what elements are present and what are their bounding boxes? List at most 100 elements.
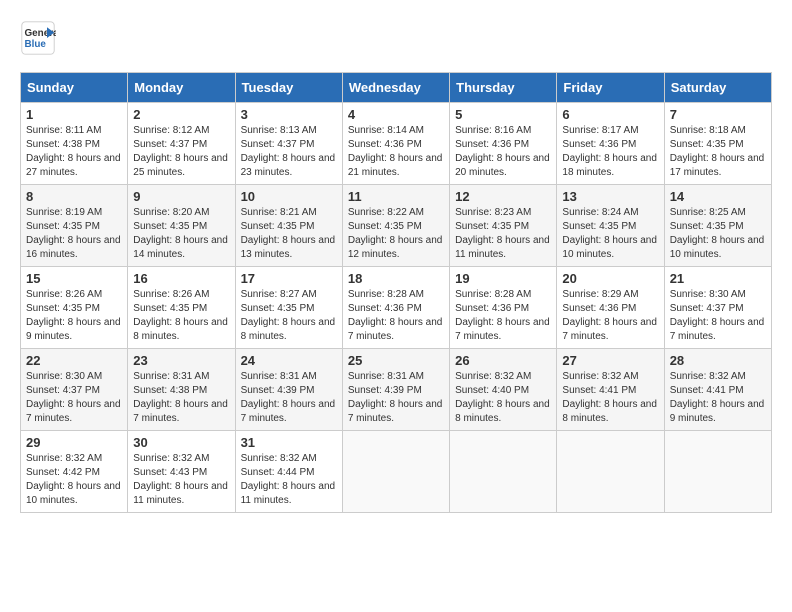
calendar-cell: 26 Sunrise: 8:32 AM Sunset: 4:40 PM Dayl…: [450, 349, 557, 431]
day-info: Sunrise: 8:31 AM Sunset: 4:39 PM Dayligh…: [241, 370, 337, 426]
day-info: Sunrise: 8:19 AM Sunset: 4:35 PM Dayligh…: [26, 206, 122, 262]
svg-text:Blue: Blue: [25, 39, 47, 50]
calendar-week-row: 8 Sunrise: 8:19 AM Sunset: 4:35 PM Dayli…: [21, 185, 772, 267]
calendar-cell: 20 Sunrise: 8:29 AM Sunset: 4:36 PM Dayl…: [557, 267, 664, 349]
calendar-cell: 9 Sunrise: 8:20 AM Sunset: 4:35 PM Dayli…: [128, 185, 235, 267]
day-number: 24: [241, 353, 337, 368]
calendar-cell: 7 Sunrise: 8:18 AM Sunset: 4:35 PM Dayli…: [664, 103, 771, 185]
calendar-cell: 29 Sunrise: 8:32 AM Sunset: 4:42 PM Dayl…: [21, 431, 128, 513]
day-info: Sunrise: 8:11 AM Sunset: 4:38 PM Dayligh…: [26, 124, 122, 180]
header-day-friday: Friday: [557, 73, 664, 103]
day-number: 17: [241, 271, 337, 286]
day-info: Sunrise: 8:32 AM Sunset: 4:41 PM Dayligh…: [670, 370, 766, 426]
header-day-wednesday: Wednesday: [342, 73, 449, 103]
day-number: 30: [133, 435, 229, 450]
header-day-thursday: Thursday: [450, 73, 557, 103]
calendar-cell: 28 Sunrise: 8:32 AM Sunset: 4:41 PM Dayl…: [664, 349, 771, 431]
calendar-cell: 25 Sunrise: 8:31 AM Sunset: 4:39 PM Dayl…: [342, 349, 449, 431]
calendar-header-row: SundayMondayTuesdayWednesdayThursdayFrid…: [21, 73, 772, 103]
calendar-cell: 14 Sunrise: 8:25 AM Sunset: 4:35 PM Dayl…: [664, 185, 771, 267]
day-info: Sunrise: 8:20 AM Sunset: 4:35 PM Dayligh…: [133, 206, 229, 262]
day-number: 29: [26, 435, 122, 450]
day-number: 14: [670, 189, 766, 204]
day-number: 31: [241, 435, 337, 450]
logo: General Blue: [20, 20, 60, 56]
day-info: Sunrise: 8:24 AM Sunset: 4:35 PM Dayligh…: [562, 206, 658, 262]
day-number: 4: [348, 107, 444, 122]
calendar-cell: 2 Sunrise: 8:12 AM Sunset: 4:37 PM Dayli…: [128, 103, 235, 185]
calendar-cell: 31 Sunrise: 8:32 AM Sunset: 4:44 PM Dayl…: [235, 431, 342, 513]
day-info: Sunrise: 8:32 AM Sunset: 4:43 PM Dayligh…: [133, 452, 229, 508]
day-info: Sunrise: 8:31 AM Sunset: 4:39 PM Dayligh…: [348, 370, 444, 426]
calendar-cell: [664, 431, 771, 513]
day-number: 27: [562, 353, 658, 368]
day-number: 21: [670, 271, 766, 286]
day-number: 23: [133, 353, 229, 368]
calendar-cell: 22 Sunrise: 8:30 AM Sunset: 4:37 PM Dayl…: [21, 349, 128, 431]
day-info: Sunrise: 8:30 AM Sunset: 4:37 PM Dayligh…: [26, 370, 122, 426]
calendar-cell: 17 Sunrise: 8:27 AM Sunset: 4:35 PM Dayl…: [235, 267, 342, 349]
day-number: 5: [455, 107, 551, 122]
day-number: 16: [133, 271, 229, 286]
header-day-tuesday: Tuesday: [235, 73, 342, 103]
day-number: 15: [26, 271, 122, 286]
calendar-cell: 19 Sunrise: 8:28 AM Sunset: 4:36 PM Dayl…: [450, 267, 557, 349]
calendar-cell: 30 Sunrise: 8:32 AM Sunset: 4:43 PM Dayl…: [128, 431, 235, 513]
day-number: 28: [670, 353, 766, 368]
calendar-cell: 21 Sunrise: 8:30 AM Sunset: 4:37 PM Dayl…: [664, 267, 771, 349]
calendar-cell: 12 Sunrise: 8:23 AM Sunset: 4:35 PM Dayl…: [450, 185, 557, 267]
calendar-cell: [342, 431, 449, 513]
calendar-cell: [557, 431, 664, 513]
calendar-cell: 24 Sunrise: 8:31 AM Sunset: 4:39 PM Dayl…: [235, 349, 342, 431]
calendar-cell: 11 Sunrise: 8:22 AM Sunset: 4:35 PM Dayl…: [342, 185, 449, 267]
day-info: Sunrise: 8:32 AM Sunset: 4:40 PM Dayligh…: [455, 370, 551, 426]
day-number: 13: [562, 189, 658, 204]
day-info: Sunrise: 8:29 AM Sunset: 4:36 PM Dayligh…: [562, 288, 658, 344]
day-number: 25: [348, 353, 444, 368]
day-number: 3: [241, 107, 337, 122]
calendar-cell: 23 Sunrise: 8:31 AM Sunset: 4:38 PM Dayl…: [128, 349, 235, 431]
day-number: 12: [455, 189, 551, 204]
calendar-cell: 13 Sunrise: 8:24 AM Sunset: 4:35 PM Dayl…: [557, 185, 664, 267]
calendar-cell: 16 Sunrise: 8:26 AM Sunset: 4:35 PM Dayl…: [128, 267, 235, 349]
calendar-cell: 15 Sunrise: 8:26 AM Sunset: 4:35 PM Dayl…: [21, 267, 128, 349]
day-info: Sunrise: 8:31 AM Sunset: 4:38 PM Dayligh…: [133, 370, 229, 426]
day-number: 7: [670, 107, 766, 122]
page-header: General Blue: [20, 20, 772, 56]
day-info: Sunrise: 8:27 AM Sunset: 4:35 PM Dayligh…: [241, 288, 337, 344]
day-number: 26: [455, 353, 551, 368]
header-day-sunday: Sunday: [21, 73, 128, 103]
day-info: Sunrise: 8:14 AM Sunset: 4:36 PM Dayligh…: [348, 124, 444, 180]
calendar-cell: 18 Sunrise: 8:28 AM Sunset: 4:36 PM Dayl…: [342, 267, 449, 349]
day-info: Sunrise: 8:26 AM Sunset: 4:35 PM Dayligh…: [133, 288, 229, 344]
day-info: Sunrise: 8:26 AM Sunset: 4:35 PM Dayligh…: [26, 288, 122, 344]
calendar-cell: 10 Sunrise: 8:21 AM Sunset: 4:35 PM Dayl…: [235, 185, 342, 267]
header-day-monday: Monday: [128, 73, 235, 103]
day-info: Sunrise: 8:32 AM Sunset: 4:42 PM Dayligh…: [26, 452, 122, 508]
calendar-cell: 1 Sunrise: 8:11 AM Sunset: 4:38 PM Dayli…: [21, 103, 128, 185]
day-info: Sunrise: 8:21 AM Sunset: 4:35 PM Dayligh…: [241, 206, 337, 262]
day-number: 9: [133, 189, 229, 204]
day-number: 20: [562, 271, 658, 286]
day-info: Sunrise: 8:18 AM Sunset: 4:35 PM Dayligh…: [670, 124, 766, 180]
day-number: 10: [241, 189, 337, 204]
day-info: Sunrise: 8:28 AM Sunset: 4:36 PM Dayligh…: [348, 288, 444, 344]
day-number: 22: [26, 353, 122, 368]
calendar-week-row: 15 Sunrise: 8:26 AM Sunset: 4:35 PM Dayl…: [21, 267, 772, 349]
day-info: Sunrise: 8:23 AM Sunset: 4:35 PM Dayligh…: [455, 206, 551, 262]
day-number: 6: [562, 107, 658, 122]
day-info: Sunrise: 8:30 AM Sunset: 4:37 PM Dayligh…: [670, 288, 766, 344]
day-info: Sunrise: 8:12 AM Sunset: 4:37 PM Dayligh…: [133, 124, 229, 180]
calendar-table: SundayMondayTuesdayWednesdayThursdayFrid…: [20, 72, 772, 513]
header-day-saturday: Saturday: [664, 73, 771, 103]
day-number: 8: [26, 189, 122, 204]
day-number: 19: [455, 271, 551, 286]
day-info: Sunrise: 8:17 AM Sunset: 4:36 PM Dayligh…: [562, 124, 658, 180]
calendar-week-row: 22 Sunrise: 8:30 AM Sunset: 4:37 PM Dayl…: [21, 349, 772, 431]
logo-icon: General Blue: [20, 20, 56, 56]
day-number: 1: [26, 107, 122, 122]
day-info: Sunrise: 8:16 AM Sunset: 4:36 PM Dayligh…: [455, 124, 551, 180]
calendar-cell: 6 Sunrise: 8:17 AM Sunset: 4:36 PM Dayli…: [557, 103, 664, 185]
calendar-cell: 3 Sunrise: 8:13 AM Sunset: 4:37 PM Dayli…: [235, 103, 342, 185]
day-info: Sunrise: 8:28 AM Sunset: 4:36 PM Dayligh…: [455, 288, 551, 344]
